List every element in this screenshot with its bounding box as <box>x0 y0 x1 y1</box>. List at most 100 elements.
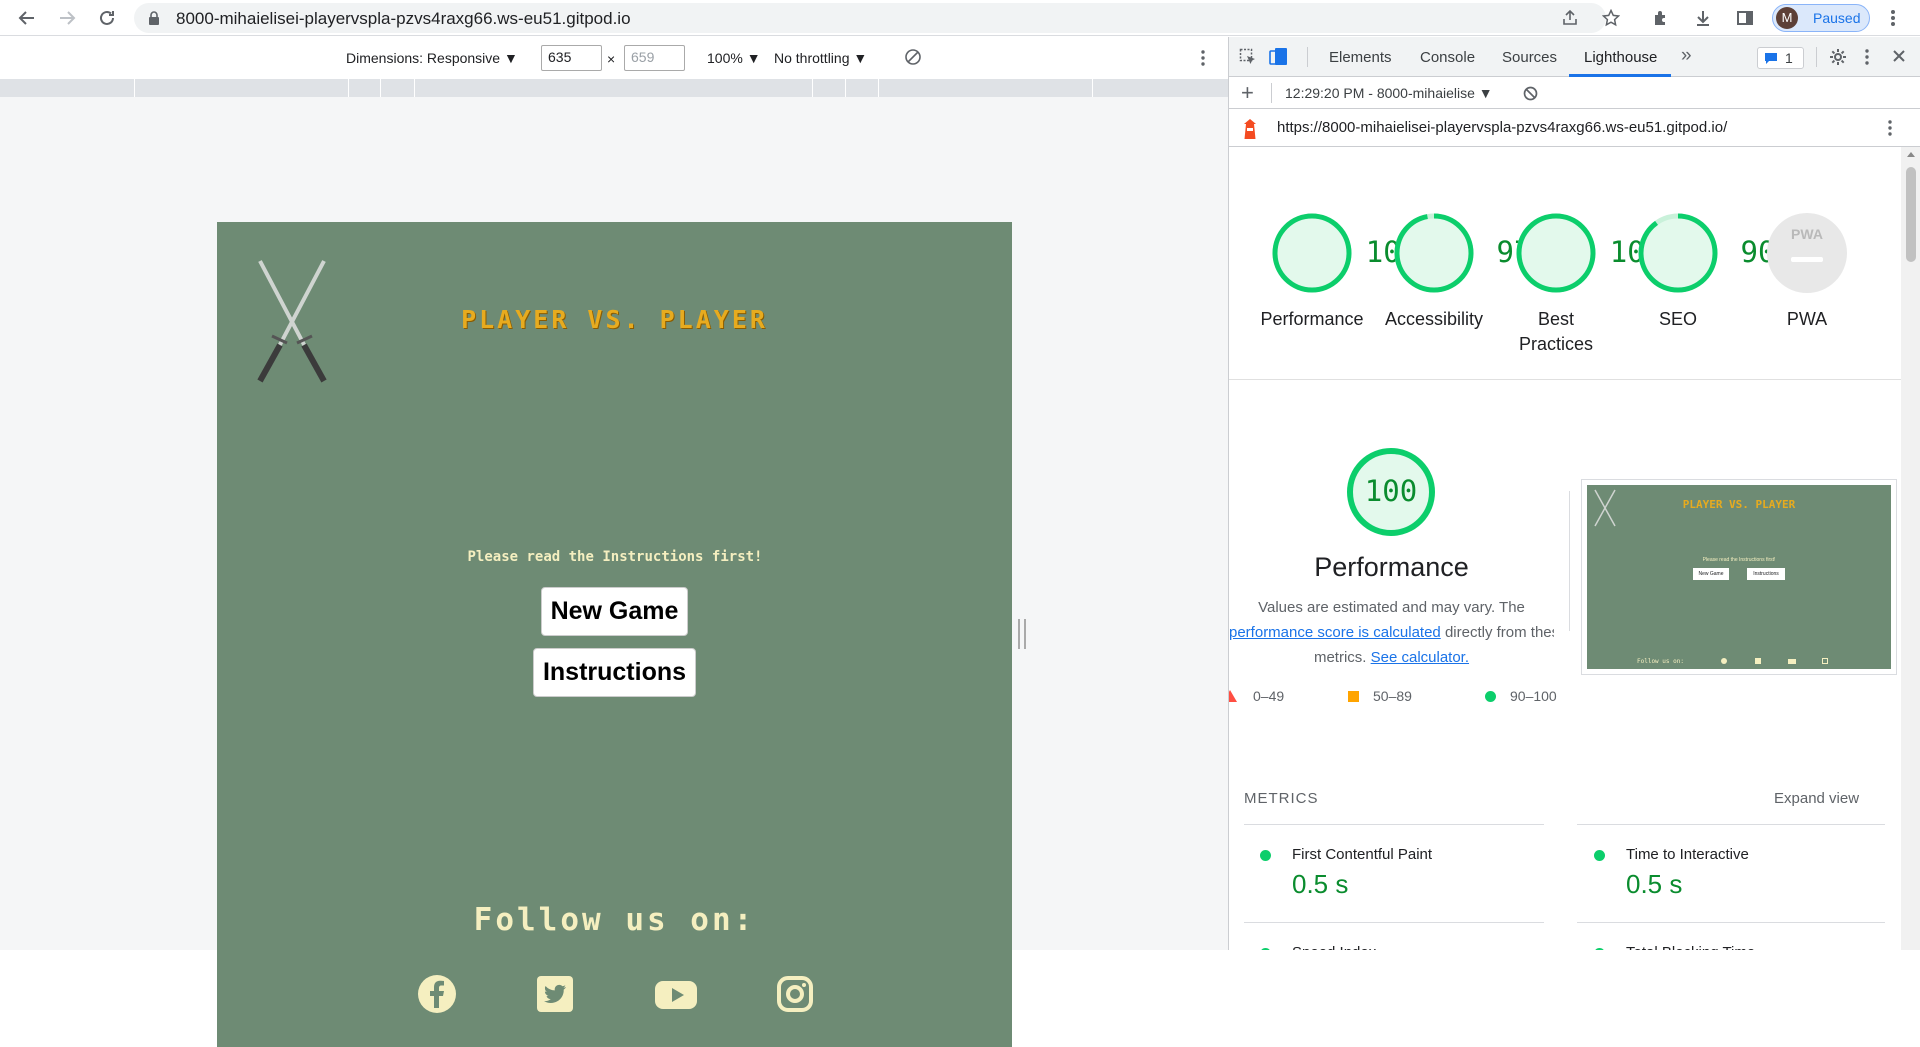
instructions-button[interactable]: Instructions <box>533 648 696 697</box>
score-gauge-ring <box>1516 213 1596 293</box>
performance-title: Performance <box>1314 552 1469 582</box>
tab-elements[interactable]: Elements <box>1329 49 1392 66</box>
height-input[interactable]: 659 <box>624 45 685 71</box>
devtools-menu-icon[interactable] <box>1864 48 1870 66</box>
see-calculator-link[interactable]: See calculator. <box>1371 649 1469 666</box>
score-label: Best Practices <box>1518 309 1594 354</box>
thumbnail-youtube-icon <box>1788 659 1796 664</box>
settings-gear-icon[interactable] <box>1829 48 1847 66</box>
issues-badge[interactable]: 1 <box>1757 47 1804 69</box>
address-bar[interactable]: 8000-mihaielisei-playervspla-pzvs4raxg66… <box>134 3 1606 33</box>
legend-pass: 90–100 <box>1510 688 1557 704</box>
final-screenshot-thumbnail[interactable]: PLAYER VS. PLAYER Please read the Instru… <box>1581 479 1897 675</box>
metrics-divider <box>1244 922 1544 923</box>
score-label: Performance <box>1260 309 1364 329</box>
browser-menu-icon[interactable] <box>1880 5 1906 31</box>
score-gauge[interactable]: 100 <box>1272 213 1418 293</box>
width-input[interactable]: 635 <box>541 45 602 71</box>
facebook-icon[interactable] <box>417 974 457 1014</box>
report-url[interactable]: https://8000-mihaielisei-playervspla-pzv… <box>1277 119 1727 136</box>
score-gauge[interactable]: 90 <box>1638 213 1775 293</box>
metrics-divider <box>1577 922 1885 923</box>
tab-sources[interactable]: Sources <box>1502 49 1557 66</box>
expand-view-toggle[interactable]: Expand view <box>1774 790 1859 807</box>
score-gauge-ring <box>1394 213 1474 293</box>
scrollbar-thumb[interactable] <box>1906 167 1916 262</box>
inspect-element-icon[interactable] <box>1239 48 1257 66</box>
back-arrow-icon[interactable] <box>14 5 40 31</box>
devtools-tab-bar: Elements Console Sources Lighthouse » 1 <box>1229 37 1920 77</box>
metric-pass-icon <box>1260 850 1271 861</box>
thumbnail-new-game-button: New Game <box>1693 568 1729 580</box>
url-text: 8000-mihaielisei-playervspla-pzvs4raxg66… <box>176 9 631 28</box>
thumbnail-facebook-icon <box>1721 658 1727 664</box>
more-tabs-icon[interactable]: » <box>1681 45 1692 67</box>
bookmark-star-icon[interactable] <box>1598 5 1624 31</box>
new-report-plus-icon[interactable]: + <box>1241 80 1254 106</box>
report-selector[interactable]: 12:29:20 PM - 8000-mihaielise ▼ <box>1285 85 1493 101</box>
metric-pass-icon <box>1594 850 1605 861</box>
pass-circle-icon <box>1485 691 1496 702</box>
instagram-icon[interactable] <box>775 974 815 1014</box>
pwa-badge-text: PWA <box>1791 226 1823 242</box>
score-gauge[interactable]: 100 <box>1516 213 1662 293</box>
device-options-icon[interactable] <box>1200 49 1206 67</box>
download-icon[interactable] <box>1690 5 1716 31</box>
section-divider <box>1229 379 1901 380</box>
media-query-ruler[interactable] <box>0 79 1228 97</box>
metrics-divider <box>1577 824 1885 825</box>
browser-toolbar: 8000-mihaielisei-playervspla-pzvs4raxg66… <box>0 0 1920 36</box>
lock-icon <box>149 11 159 25</box>
ruler-tick <box>348 79 349 97</box>
performance-gauge[interactable]: 100 <box>1346 447 1436 537</box>
average-square-icon <box>1348 691 1359 702</box>
ruler-tick <box>380 79 381 97</box>
clear-reports-icon[interactable] <box>1523 86 1538 101</box>
scroll-up-arrow-icon[interactable] <box>1907 152 1915 157</box>
metric-value: 0.5 s <box>1626 869 1683 899</box>
score-gauge-ring <box>1272 213 1352 293</box>
performance-score-link[interactable]: performance score is calculated <box>1229 624 1441 641</box>
rotate-icon[interactable] <box>904 48 922 66</box>
follow-us-heading: Follow us on: <box>473 902 756 938</box>
tab-console[interactable]: Console <box>1420 49 1475 66</box>
youtube-icon[interactable] <box>654 974 698 1014</box>
throttling-select[interactable]: No throttling ▼ <box>774 50 867 66</box>
report-scrollbar[interactable] <box>1901 147 1920 950</box>
twitter-icon[interactable] <box>535 974 575 1014</box>
fail-triangle-icon <box>1229 690 1237 702</box>
report-menu-icon[interactable] <box>1887 119 1893 137</box>
dimensions-select[interactable]: Dimensions: Responsive ▼ <box>346 50 518 66</box>
close-devtools-icon[interactable] <box>1892 49 1906 63</box>
metric-name: Speed Index <box>1292 944 1376 950</box>
instructions-hint: Please read the Instructions first! <box>467 549 763 565</box>
tab-divider <box>1816 47 1817 67</box>
metrics-divider <box>1244 824 1544 825</box>
issues-count: 1 <box>1785 50 1793 66</box>
ruler-tick <box>414 79 415 97</box>
ruler-tick <box>878 79 879 97</box>
forward-arrow-icon[interactable] <box>54 5 80 31</box>
metrics-heading: METRICS <box>1244 790 1319 807</box>
game-title: PLAYER VS. PLAYER <box>461 305 768 334</box>
score-gauge[interactable]: 97 <box>1394 213 1531 293</box>
zoom-select[interactable]: 100% ▼ <box>707 50 761 66</box>
device-toolbar: Dimensions: Responsive ▼ 635 × 659 100% … <box>0 37 1228 77</box>
device-toggle-icon[interactable] <box>1269 47 1289 67</box>
tab-lighthouse[interactable]: Lighthouse <box>1584 49 1657 66</box>
pwa-badge[interactable]: PWA <box>1767 213 1847 293</box>
reload-icon[interactable] <box>94 5 120 31</box>
metric-name: First Contentful Paint <box>1292 846 1433 863</box>
profile-button[interactable]: M Paused <box>1772 4 1870 32</box>
thumbnail-twitter-icon <box>1755 658 1761 664</box>
share-icon[interactable] <box>1557 5 1583 31</box>
resize-handle[interactable] <box>1018 619 1026 649</box>
extensions-puzzle-icon[interactable] <box>1648 5 1674 31</box>
side-panel-icon[interactable] <box>1732 5 1758 31</box>
performance-description-3: metrics. See calculator. <box>1229 649 1554 666</box>
ruler-tick <box>134 79 135 97</box>
device-viewport: PLAYER VS. PLAYER Please read the Instru… <box>0 97 1228 1047</box>
new-game-button[interactable]: New Game <box>541 587 688 636</box>
thumbnail-instagram-icon <box>1822 658 1828 664</box>
score-label: Accessibility <box>1384 309 1484 329</box>
